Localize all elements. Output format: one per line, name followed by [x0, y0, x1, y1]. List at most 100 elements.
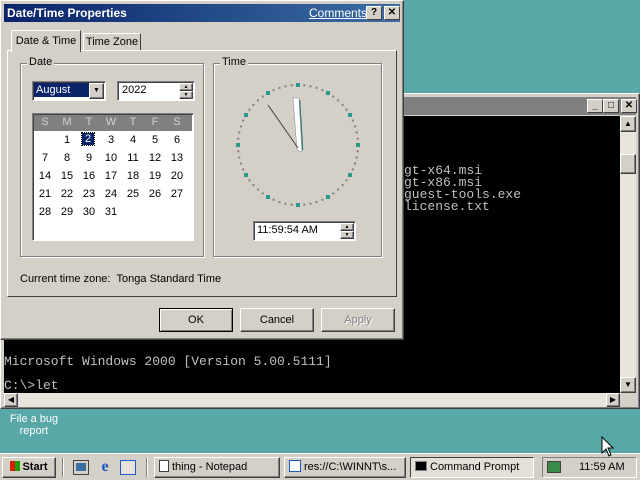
calendar-day[interactable]: 31 [100, 206, 122, 218]
clock-minute-mark [332, 192, 335, 195]
bug-report-label-line2: report [19, 425, 49, 437]
comments-link[interactable]: Comments? [309, 6, 374, 20]
calendar-day[interactable]: 29 [56, 206, 78, 218]
clock-hour-mark [266, 195, 270, 199]
show-desktop-icon[interactable] [73, 460, 89, 475]
calendar-day[interactable]: 11 [122, 152, 144, 164]
clock-minute-mark [239, 162, 242, 165]
calendar-day[interactable]: 24 [100, 188, 122, 200]
clock-minute-mark [315, 86, 318, 89]
calendar-day[interactable]: 28 [34, 206, 56, 218]
calendar-day[interactable]: 16 [78, 170, 100, 182]
calendar-day[interactable]: 3 [100, 134, 122, 146]
clock-minute-mark [239, 125, 242, 128]
time-down-arrow-icon[interactable]: ▼ [340, 231, 354, 239]
clock[interactable]: 11:59 AM [579, 461, 625, 473]
scroll-down-button[interactable]: ▼ [620, 377, 636, 393]
start-button[interactable]: Start [2, 457, 56, 478]
system-tray: 11:59 AM [542, 457, 637, 478]
tab-time-zone[interactable]: Time Zone [83, 33, 141, 51]
date-group-label: Date [27, 56, 55, 68]
console-close-button[interactable]: ✕ [621, 99, 637, 113]
network-icon[interactable] [547, 461, 561, 473]
timezone-label: Current time zone: [20, 273, 111, 285]
time-value: 11:59:54 AM [257, 224, 318, 236]
dialog-close-button[interactable]: ✕ [384, 6, 400, 20]
console-vscrollbar[interactable]: ▲ ▼ [620, 116, 636, 393]
time-spinner[interactable]: 11:59:54 AM ▲ ▼ [253, 221, 356, 241]
scroll-left-button[interactable]: ◀ [4, 393, 18, 407]
chevron-down-icon[interactable]: ▼ [89, 83, 104, 99]
datetime-dialog[interactable]: Date/Time Properties Comments? ? ✕ Date … [0, 0, 404, 340]
calendar-grid[interactable]: S M T W T F S 1 2 3 4 5 6 7 8 9 10 11 12… [32, 113, 194, 241]
time-up-arrow-icon[interactable]: ▲ [340, 223, 354, 231]
dialog-titlebar[interactable]: Date/Time Properties Comments? ? ✕ [4, 4, 400, 22]
clock-minute-mark [290, 203, 293, 206]
calendar-day[interactable]: 1 [56, 134, 78, 146]
task-command-prompt[interactable]: Command Prompt [410, 457, 534, 478]
outlook-icon[interactable] [120, 460, 136, 475]
calendar-day[interactable]: 17 [100, 170, 122, 182]
windows-logo-icon [10, 461, 21, 471]
calendar-day[interactable]: 5 [144, 134, 166, 146]
task-ie-page[interactable]: res://C:\WINNT\s... [284, 457, 406, 478]
maximize-button[interactable]: □ [603, 99, 619, 113]
scroll-up-button[interactable]: ▲ [620, 116, 636, 132]
calendar-day[interactable]: 18 [122, 170, 144, 182]
weekday-header: T [85, 116, 93, 128]
calendar-day[interactable]: 30 [78, 206, 100, 218]
calendar-day[interactable]: 10 [100, 152, 122, 164]
year-down-arrow-icon[interactable]: ▼ [179, 91, 193, 99]
calendar-day[interactable]: 19 [144, 170, 166, 182]
calendar-day[interactable]: 4 [122, 134, 144, 146]
task-notepad[interactable]: thing - Notepad [154, 457, 280, 478]
calendar-day[interactable]: 14 [34, 170, 56, 182]
calendar-day[interactable]: 22 [56, 188, 78, 200]
help-button[interactable]: ? [366, 6, 382, 20]
calendar-day[interactable]: 9 [78, 152, 100, 164]
time-group-label: Time [220, 56, 249, 68]
tab-date-time[interactable]: Date & Time [11, 30, 81, 52]
scroll-thumb[interactable] [620, 154, 636, 174]
calendar-day[interactable]: 8 [56, 152, 78, 164]
ie-icon[interactable]: e [97, 459, 113, 475]
month-dropdown[interactable]: August ▼ [32, 81, 106, 101]
console-icon [415, 461, 427, 471]
clock-minute-mark [256, 99, 259, 102]
apply-button[interactable]: Apply [321, 308, 395, 332]
clock-minute-mark [284, 202, 287, 205]
clock-minute-mark [238, 131, 241, 134]
clock-hour-mark [296, 83, 300, 87]
minimize-button[interactable]: _ [587, 99, 603, 113]
year-spinner[interactable]: 2022 ▲ ▼ [117, 81, 195, 101]
clock-minute-mark [345, 179, 348, 182]
calendar-day[interactable]: 7 [34, 152, 56, 164]
calendar-day[interactable]: 6 [166, 134, 188, 146]
desktop-bug-report-shortcut[interactable]: File a bug report [4, 413, 64, 437]
calendar-day[interactable]: 21 [34, 188, 56, 200]
clock-minute-mark [303, 84, 306, 87]
calendar-day[interactable]: 25 [122, 188, 144, 200]
ok-button[interactable]: OK [159, 308, 233, 332]
clock-minute-mark [355, 156, 358, 159]
year-up-arrow-icon[interactable]: ▲ [179, 83, 193, 91]
calendar-day-selected[interactable]: 2 [81, 132, 95, 146]
scroll-right-button[interactable]: ▶ [606, 393, 620, 407]
calendar-day[interactable]: 12 [144, 152, 166, 164]
notepad-icon [159, 460, 169, 472]
calendar-day[interactable]: 13 [166, 152, 188, 164]
calendar-day[interactable]: 27 [166, 188, 188, 200]
clock-minute-mark [341, 184, 344, 187]
calendar-day[interactable]: 26 [144, 188, 166, 200]
clock-minute-mark [351, 119, 354, 122]
cancel-button[interactable]: Cancel [240, 308, 314, 332]
calendar-day[interactable]: 23 [78, 188, 100, 200]
quicklaunch-separator [62, 458, 64, 477]
calendar-days[interactable]: 1 2 3 4 5 6 7 8 9 10 11 12 13 14 15 16 1… [34, 132, 192, 234]
clock-minute-mark [242, 168, 245, 171]
weekday-header: F [151, 116, 159, 128]
console-hscrollbar[interactable]: ◀ ▶ [4, 393, 620, 407]
calendar-day[interactable]: 20 [166, 170, 188, 182]
task-command-prompt-label: Command Prompt [430, 461, 520, 473]
calendar-day[interactable]: 15 [56, 170, 78, 182]
